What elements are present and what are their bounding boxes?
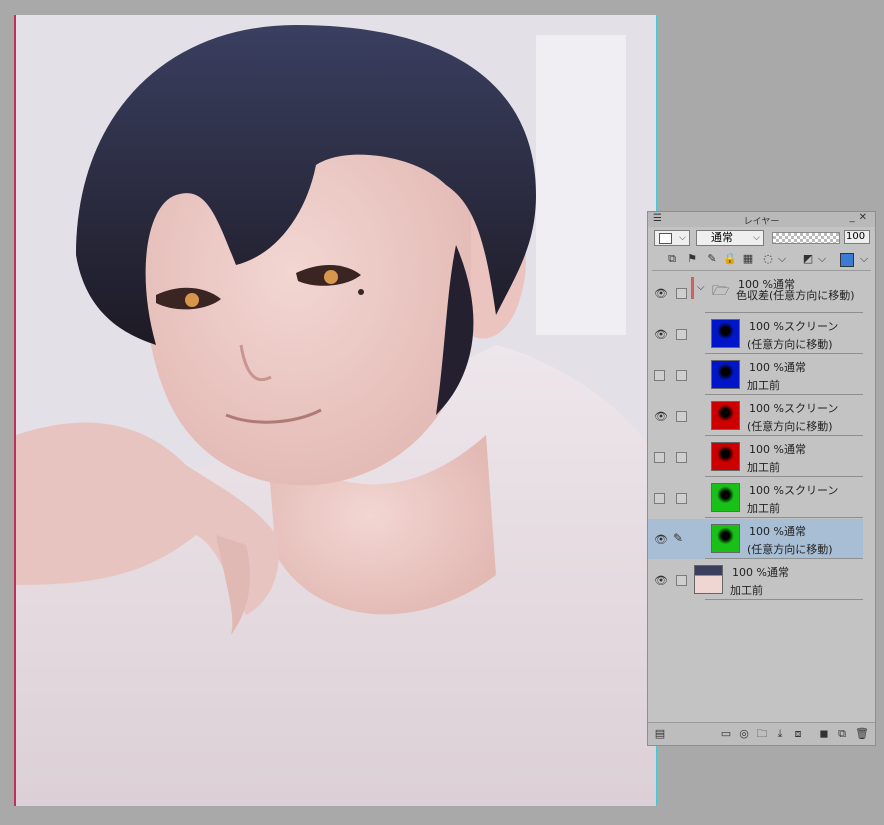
layer-thumbnail	[694, 565, 723, 594]
layer-name-label: 加工前	[730, 584, 763, 597]
row-divider	[705, 353, 863, 354]
folder-icon: 🗁	[712, 283, 730, 299]
draft-layer-icon[interactable]: ✎	[704, 251, 720, 267]
new-raster-layer-icon[interactable]: ▭	[718, 726, 734, 742]
chevron-down-icon[interactable]: ⌵	[814, 251, 830, 267]
chevron-down-icon[interactable]: ⌵	[856, 251, 872, 267]
new-vector-layer-icon[interactable]: ◎	[736, 726, 752, 742]
eye-icon[interactable]: 👁	[654, 410, 668, 423]
layer-property-bar: ⌵ 通常 ⌵ 100	[652, 229, 871, 249]
minimize-icon[interactable]: _	[850, 212, 859, 223]
merge-down-icon[interactable]: ⧈	[790, 726, 806, 742]
duplicate-icon[interactable]: ⧉	[834, 726, 850, 742]
eye-icon[interactable]	[654, 493, 665, 504]
layer-name-label: 色収差(任意方向に移動)	[736, 289, 855, 302]
panel-title: レイヤー	[743, 217, 780, 227]
chevron-down-icon[interactable]: ⌵	[774, 251, 790, 267]
layer-select-checkbox[interactable]	[676, 370, 687, 381]
eye-icon[interactable]: 👁	[654, 533, 668, 546]
eye-icon[interactable]: 👁	[654, 574, 668, 587]
pen-icon: ✎	[673, 531, 684, 545]
portrait-illustration	[16, 15, 656, 806]
blend-mode-value: 通常	[711, 231, 733, 244]
lock-icon[interactable]: 🔒	[722, 251, 738, 267]
layer-name-label: (任意方向に移動)	[747, 543, 833, 556]
window-controls[interactable]: _✕	[850, 212, 871, 223]
chevron-down-icon: ⌵	[679, 233, 686, 243]
eye-icon[interactable]	[654, 370, 665, 381]
eye-icon[interactable]: 👁	[654, 287, 668, 300]
square-icon	[659, 233, 672, 244]
layer-name-label: (任意方向に移動)	[747, 338, 833, 351]
chevron-down-icon: ⌵	[753, 233, 760, 243]
panel-layout-icon[interactable]: ▤	[652, 726, 668, 742]
layer-color-swatch[interactable]	[840, 253, 854, 267]
chevron-down-icon[interactable]: ⌵	[697, 282, 705, 293]
layer-thumbnail	[711, 319, 740, 348]
lock-transparency-icon[interactable]: ▦	[740, 251, 756, 267]
layer-select-checkbox[interactable]	[676, 493, 687, 504]
eye-icon[interactable]: 👁	[654, 328, 668, 341]
layer-thumbnail	[711, 360, 740, 389]
blend-mode-select[interactable]: 通常 ⌵	[696, 230, 764, 246]
panel-titlebar[interactable]: ☰ レイヤー _✕	[648, 212, 875, 227]
layer-thumbnail	[711, 524, 740, 553]
new-folder-icon[interactable]: 🗀	[754, 726, 770, 742]
row-divider	[705, 394, 863, 395]
row-divider	[705, 517, 863, 518]
layer-select-checkbox[interactable]	[676, 575, 687, 586]
layer-panel: ☰ レイヤー _✕ ⌵ 通常 ⌵ 100 ⧉ ⚑ ✎ 🔒 ▦ ◌ ⌵ ◩ ⌵ ⌵…	[647, 211, 876, 746]
row-divider	[705, 599, 863, 600]
row-divider	[705, 435, 863, 436]
layer-thumbnail	[711, 401, 740, 430]
layer-mode-label: 100 %スクリーン	[749, 320, 839, 333]
expression-color-select[interactable]: ⌵	[654, 230, 690, 246]
layer-select-checkbox[interactable]	[676, 411, 687, 422]
clip-icon[interactable]: ⧉	[664, 251, 680, 267]
layer-tool-row: ⧉ ⚑ ✎ 🔒 ▦ ◌ ⌵ ◩ ⌵ ⌵	[652, 251, 871, 269]
eye-icon[interactable]	[654, 452, 665, 463]
layer-color-bar	[691, 277, 694, 299]
layer-row[interactable]: 👁 ✎ 100 %通常 (任意方向に移動)	[648, 519, 863, 559]
layer-row[interactable]: 100 %通常 加工前	[648, 437, 863, 477]
opacity-slider[interactable]	[772, 232, 840, 244]
layer-thumbnail	[711, 483, 740, 512]
trash-icon[interactable]: 🗑	[854, 726, 870, 742]
layer-row[interactable]: 100 %通常 加工前	[648, 355, 863, 395]
opacity-value[interactable]: 100	[844, 230, 870, 244]
layer-row[interactable]: 👁 100 %スクリーン (任意方向に移動)	[648, 314, 863, 354]
layer-select-checkbox[interactable]	[676, 452, 687, 463]
close-icon[interactable]: ✕	[859, 212, 871, 223]
layer-row[interactable]: 100 %スクリーン 加工前	[648, 478, 863, 518]
layer-name-label: 加工前	[747, 461, 780, 474]
layer-mode-label: 100 %通常	[749, 443, 806, 456]
row-divider	[705, 312, 863, 313]
reference-layer-icon[interactable]: ⚑	[684, 251, 700, 267]
row-divider	[705, 558, 863, 559]
layer-mode-label: 100 %スクリーン	[749, 402, 839, 415]
layer-thumbnail	[711, 442, 740, 471]
layer-name-label: 加工前	[747, 502, 780, 515]
layer-select-checkbox[interactable]	[676, 329, 687, 340]
layer-mask-icon[interactable]: ◼	[816, 726, 832, 742]
toolbar-divider	[652, 270, 871, 271]
layer-select-checkbox[interactable]	[676, 288, 687, 299]
layer-row[interactable]: 👁 100 %スクリーン (任意方向に移動)	[648, 396, 863, 436]
layer-mode-label: 100 %通常	[749, 525, 806, 538]
layer-row[interactable]: 👁 100 %通常 加工前	[648, 560, 863, 600]
layer-mode-label: 100 %スクリーン	[749, 484, 839, 497]
row-divider	[705, 476, 863, 477]
layer-bottom-toolbar: ▤ ▭ ◎ 🗀 ⤓ ⧈ ◼ ⧉ 🗑	[648, 722, 875, 745]
layer-folder-row[interactable]: 👁 ⌵ 🗁 100 %通常 色収差(任意方向に移動)	[648, 273, 863, 313]
artwork-canvas[interactable]	[14, 15, 657, 806]
transfer-down-icon[interactable]: ⤓	[772, 726, 788, 742]
layer-mode-label: 100 %通常	[732, 566, 789, 579]
layer-name-label: (任意方向に移動)	[747, 420, 833, 433]
layer-mode-label: 100 %通常	[749, 361, 806, 374]
layer-name-label: 加工前	[747, 379, 780, 392]
